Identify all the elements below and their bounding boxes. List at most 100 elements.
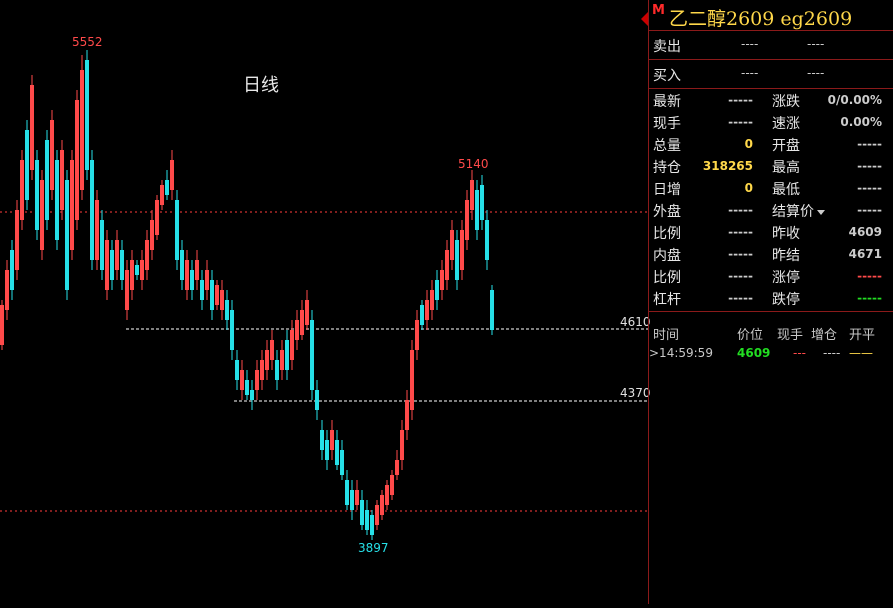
candle-body	[180, 250, 184, 280]
candle-body	[450, 230, 454, 260]
contract-header: M 乙二醇2609 eg2609	[649, 0, 893, 31]
quote-value: 0/0.00%	[827, 93, 882, 107]
candle-body	[365, 510, 369, 530]
quote-panel: M 乙二醇2609 eg2609 卖出 ---- ---- 买入 ---- --…	[648, 0, 893, 604]
quote-value: -----	[857, 269, 882, 283]
candle-body	[490, 290, 494, 330]
quote-value: 0	[744, 181, 753, 195]
candle-body	[225, 300, 229, 320]
market-marker: M	[652, 3, 665, 18]
candle-body	[175, 200, 179, 260]
ticks-col-oc: 开平	[849, 328, 876, 343]
candle-body	[50, 120, 54, 190]
candle-body	[90, 160, 94, 260]
quote-label: 内盘	[653, 248, 681, 264]
contract-title: 乙二醇2609 eg2609	[669, 8, 853, 30]
candle-body	[75, 100, 79, 220]
buy-qty: ----	[807, 66, 825, 80]
candle-body	[445, 250, 449, 280]
quote-value: 4609	[848, 225, 882, 239]
panel-collapse-icon[interactable]	[641, 12, 648, 26]
candle-body	[485, 220, 489, 260]
candle-body	[115, 240, 119, 270]
candlestick-chart[interactable]: 日线 5552 5140 3897 4610 4370	[0, 0, 651, 604]
quote-label: 速涨	[772, 116, 800, 132]
candle-body	[255, 370, 259, 390]
tick-row: >14:59:59 4609 --- ---- ——	[649, 344, 893, 366]
quote-label: 跌停	[772, 292, 800, 308]
candle-body	[335, 440, 339, 465]
candle-body	[205, 270, 209, 290]
candle-body	[215, 285, 219, 305]
candle-body	[315, 390, 319, 410]
ticks-header: 时间 价位 现手 增仓 开平	[649, 320, 893, 344]
candle-body	[60, 150, 64, 210]
candle-body	[250, 390, 254, 400]
period-label: 日线	[243, 75, 279, 96]
quote-row: 现手 ----- 速涨 0.00%	[649, 113, 893, 135]
quote-value: -----	[728, 203, 753, 217]
candle-body	[305, 300, 309, 325]
quote-label: 杠杆	[653, 292, 681, 308]
candle-body	[345, 480, 349, 505]
quote-label: 结算价	[772, 204, 814, 220]
quote-value: 0.00%	[840, 115, 882, 129]
quote-label: 最新	[653, 94, 681, 110]
kline-canvas	[0, 50, 648, 540]
ticks-col-inc: 增仓	[811, 328, 838, 343]
candle-body	[10, 250, 14, 290]
candle-body	[405, 400, 409, 430]
quote-row: 比例 ----- 涨停 -----	[649, 267, 893, 289]
candle-body	[300, 310, 304, 335]
level-4370-label: 4370	[620, 386, 651, 400]
quote-label: 昨收	[772, 226, 800, 242]
candle-body	[195, 260, 199, 280]
candle-body	[100, 220, 104, 270]
candle-body	[150, 220, 154, 250]
candle-body	[325, 440, 329, 460]
quote-label: 最高	[772, 160, 800, 176]
candle-body	[310, 320, 314, 390]
candle-body	[160, 185, 164, 205]
quote-label: 比例	[653, 226, 681, 242]
candle-body	[385, 485, 389, 505]
candle-body	[30, 85, 34, 170]
candle-body	[125, 270, 129, 310]
candle-body	[290, 330, 294, 360]
candle-body	[460, 230, 464, 270]
candle-body	[260, 360, 264, 380]
quote-value: -----	[857, 291, 882, 305]
candle-body	[80, 70, 84, 190]
tick-vol: ---	[793, 346, 806, 360]
candle-body	[210, 280, 214, 310]
quote-table: 最新 ----- 涨跌 0/0.00% 现手 ----- 速涨 0.00% 总量…	[649, 89, 893, 312]
candle-body	[330, 430, 334, 450]
quote-label: 开盘	[772, 138, 800, 154]
sell-qty: ----	[807, 37, 825, 51]
candle-body	[350, 490, 354, 510]
candle-body	[145, 240, 149, 270]
quote-label: 昨结	[772, 248, 800, 264]
candle-body	[425, 300, 429, 320]
tick-oc: ——	[849, 346, 873, 360]
high-price-label: 5552	[72, 35, 103, 49]
quote-value: -----	[857, 203, 882, 217]
quote-value: -----	[728, 115, 753, 129]
buy-label: 买入	[653, 68, 681, 84]
candle-body	[190, 270, 194, 290]
candle-body	[395, 460, 399, 475]
quote-row: 外盘 ----- 结算价 -----	[649, 201, 893, 223]
candle-body	[380, 495, 384, 515]
quote-row: 总量 0 开盘 -----	[649, 135, 893, 157]
candle-body	[230, 310, 234, 350]
candle-body	[355, 490, 359, 505]
quote-label: 现手	[653, 116, 681, 132]
candle-body	[135, 265, 139, 275]
candle-body	[85, 60, 89, 170]
quote-label: 涨停	[772, 270, 800, 286]
ticks-col-vol: 现手	[777, 328, 804, 343]
quote-value: -----	[728, 291, 753, 305]
candle-body	[280, 350, 284, 370]
quote-row: 最新 ----- 涨跌 0/0.00%	[649, 91, 893, 113]
sell-label: 卖出	[653, 39, 681, 55]
